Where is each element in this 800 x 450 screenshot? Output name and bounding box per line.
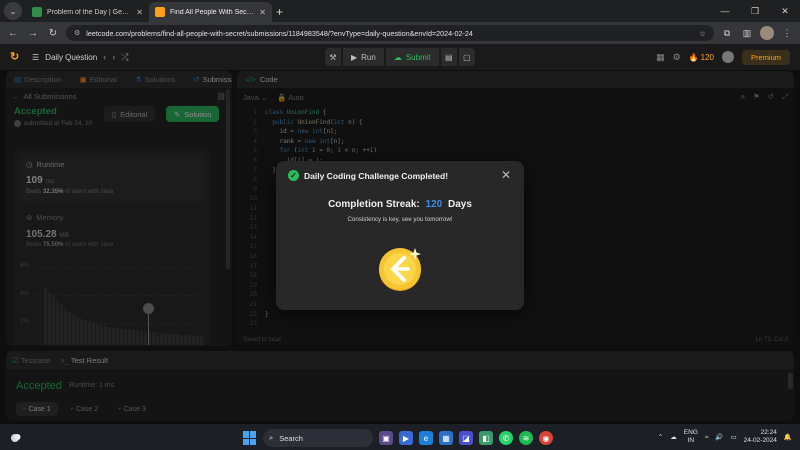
bookmark-star-icon[interactable]: ☆	[700, 29, 706, 38]
battery-icon[interactable]: ▭	[731, 433, 737, 441]
browser-toolbar: ← → ↻ ⚙ leetcode.com/problems/find-all-p…	[0, 22, 800, 44]
clock-time: 22:24	[760, 429, 777, 436]
streak-value: 120	[700, 52, 714, 62]
whatsapp-icon[interactable]: ✆	[499, 431, 513, 445]
tab-search-button[interactable]: ⌄	[4, 2, 22, 20]
system-tray: ⌃ ☁ ENG IN ≈ 🔊 ▭ 22:24 24-02-2024 🔔	[658, 429, 792, 445]
tab-title: Problem of the Day | GeeksforG	[47, 8, 131, 16]
profile-avatar[interactable]	[760, 26, 774, 40]
streak-unit: Days	[448, 199, 472, 210]
spotify-icon[interactable]: ≋	[519, 431, 533, 445]
gfg-favicon-icon	[32, 7, 42, 17]
address-bar[interactable]: ⚙ leetcode.com/problems/find-all-people-…	[66, 25, 714, 41]
task-view-icon[interactable]: ▣	[379, 431, 393, 445]
browser-tab-gfg[interactable]: Problem of the Day | GeeksforG ✕	[26, 2, 149, 22]
fire-icon: 🔥	[688, 52, 699, 62]
window-controls: — ❐ ✕	[710, 0, 800, 22]
cloud-icon[interactable]: ☁	[670, 433, 677, 441]
url-text: leetcode.com/problems/find-all-people-wi…	[86, 28, 473, 38]
prev-problem-icon[interactable]: ‹	[103, 52, 106, 62]
problem-list-nav: ☰ Daily Question ‹ › ⤮	[32, 52, 128, 63]
chrome-icon[interactable]: ◉	[539, 431, 553, 445]
edge-browser-icon[interactable]: e	[419, 431, 433, 445]
browser-tab-strip: ⌄ Problem of the Day | GeeksforG ✕ Find …	[0, 0, 800, 22]
shuffle-icon[interactable]: ⤮	[121, 52, 128, 63]
play-icon: ▶	[351, 52, 358, 62]
run-label: Run	[361, 52, 376, 62]
new-tab-button[interactable]: +	[276, 5, 283, 19]
notifications-icon[interactable]: 🔔	[784, 433, 792, 441]
leetcode-coin-icon	[379, 248, 421, 291]
settings-gear-icon[interactable]: ⚙	[673, 52, 681, 63]
leetcode-nav: ↻ ☰ Daily Question ‹ › ⤮ ⚒ ▶ Run ☁ Submit …	[0, 44, 800, 70]
next-problem-icon[interactable]: ›	[112, 52, 115, 62]
search-icon: ⌕	[269, 433, 274, 442]
streak-label: Completion Streak:	[328, 199, 420, 210]
search-label: Search	[279, 433, 303, 443]
completion-streak: Completion Streak: 120 Days	[276, 199, 524, 210]
windows-start-icon[interactable]	[243, 431, 257, 445]
forward-arrow-icon[interactable]: →	[26, 28, 40, 39]
lang-code: ENG	[683, 429, 698, 436]
language-indicator[interactable]: ENG IN	[684, 429, 698, 445]
tab-title: Find All People With Secret - Le	[170, 8, 255, 16]
nav-right: ▦ ⚙ 🔥 120 Premium	[656, 49, 790, 65]
close-icon[interactable]: ✕	[259, 8, 266, 17]
reload-icon[interactable]: ↻	[46, 28, 60, 39]
submit-label: Submit	[405, 52, 431, 62]
chat-icon[interactable]: ▢	[458, 48, 475, 66]
leetcode-favicon-icon	[155, 7, 165, 17]
app-icon[interactable]: ◪	[459, 431, 473, 445]
minimize-button[interactable]: —	[710, 6, 740, 16]
meet-icon[interactable]: ▶	[399, 431, 413, 445]
user-avatar[interactable]	[721, 51, 734, 63]
notes-icon[interactable]: ▤	[440, 48, 457, 66]
phone-link-icon[interactable]: ◧	[479, 431, 493, 445]
clock-date: 24-02-2024	[743, 437, 777, 444]
streak-counter[interactable]: 🔥 120	[689, 53, 714, 62]
debug-icon[interactable]: ⚒	[325, 48, 341, 66]
windows-taskbar: ⌕ Search ▣ ▶ e ▦ ◪ ◧ ✆ ≋ ◉ ⌃ ☁ ENG IN ≈ 🔊…	[0, 424, 800, 450]
sidepanel-icon[interactable]: ▥	[740, 28, 754, 39]
list-icon[interactable]: ☰	[32, 53, 39, 62]
browser-tab-leetcode[interactable]: Find All People With Secret - Le ✕	[149, 2, 272, 22]
layout-icon[interactable]: ▦	[656, 52, 665, 63]
clock[interactable]: 22:24 24-02-2024	[744, 429, 777, 445]
wifi-icon[interactable]: ≈	[705, 434, 709, 441]
back-arrow-icon[interactable]: ←	[6, 28, 20, 39]
leetcode-logo-icon[interactable]: ↻	[10, 50, 24, 64]
lang-region: IN	[687, 437, 695, 444]
streak-number: 120	[425, 199, 443, 210]
extensions-icon[interactable]: ⧉	[720, 28, 734, 39]
run-submit-bar: ⚒ ▶ Run ☁ Submit ▤ ▢	[325, 48, 475, 66]
close-icon[interactable]: ✕	[136, 8, 143, 17]
chevron-up-icon[interactable]: ⌃	[658, 433, 663, 441]
maximize-button[interactable]: ❐	[740, 6, 770, 17]
submit-button[interactable]: ☁ Submit	[385, 48, 439, 66]
menu-dots-icon[interactable]: ⋮	[780, 28, 794, 39]
close-icon[interactable]: ✕	[501, 168, 511, 182]
daily-challenge-modal: ✓ Daily Coding Challenge Completed! ✕ Co…	[276, 161, 524, 310]
check-circle-icon: ✓	[288, 170, 299, 181]
upload-icon: ☁	[393, 52, 402, 62]
window-close-button[interactable]: ✕	[770, 6, 800, 17]
site-info-icon[interactable]: ⚙	[74, 29, 80, 37]
chevron-down-icon: ⌄	[9, 6, 17, 16]
run-button[interactable]: ▶ Run	[343, 48, 384, 66]
daily-question-title[interactable]: Daily Question	[45, 53, 97, 62]
volume-icon[interactable]: 🔊	[715, 433, 723, 441]
taskbar-search[interactable]: ⌕ Search	[263, 429, 373, 447]
taskbar-apps: ⌕ Search ▣ ▶ e ▦ ◪ ◧ ✆ ≋ ◉	[243, 429, 553, 447]
modal-subtitle: Consistency is key, see you tomorrow!	[347, 216, 453, 223]
weather-icon[interactable]	[8, 430, 22, 444]
modal-title: Daily Coding Challenge Completed!	[304, 171, 449, 181]
premium-button[interactable]: Premium	[741, 49, 790, 65]
store-icon[interactable]: ▦	[439, 431, 453, 445]
